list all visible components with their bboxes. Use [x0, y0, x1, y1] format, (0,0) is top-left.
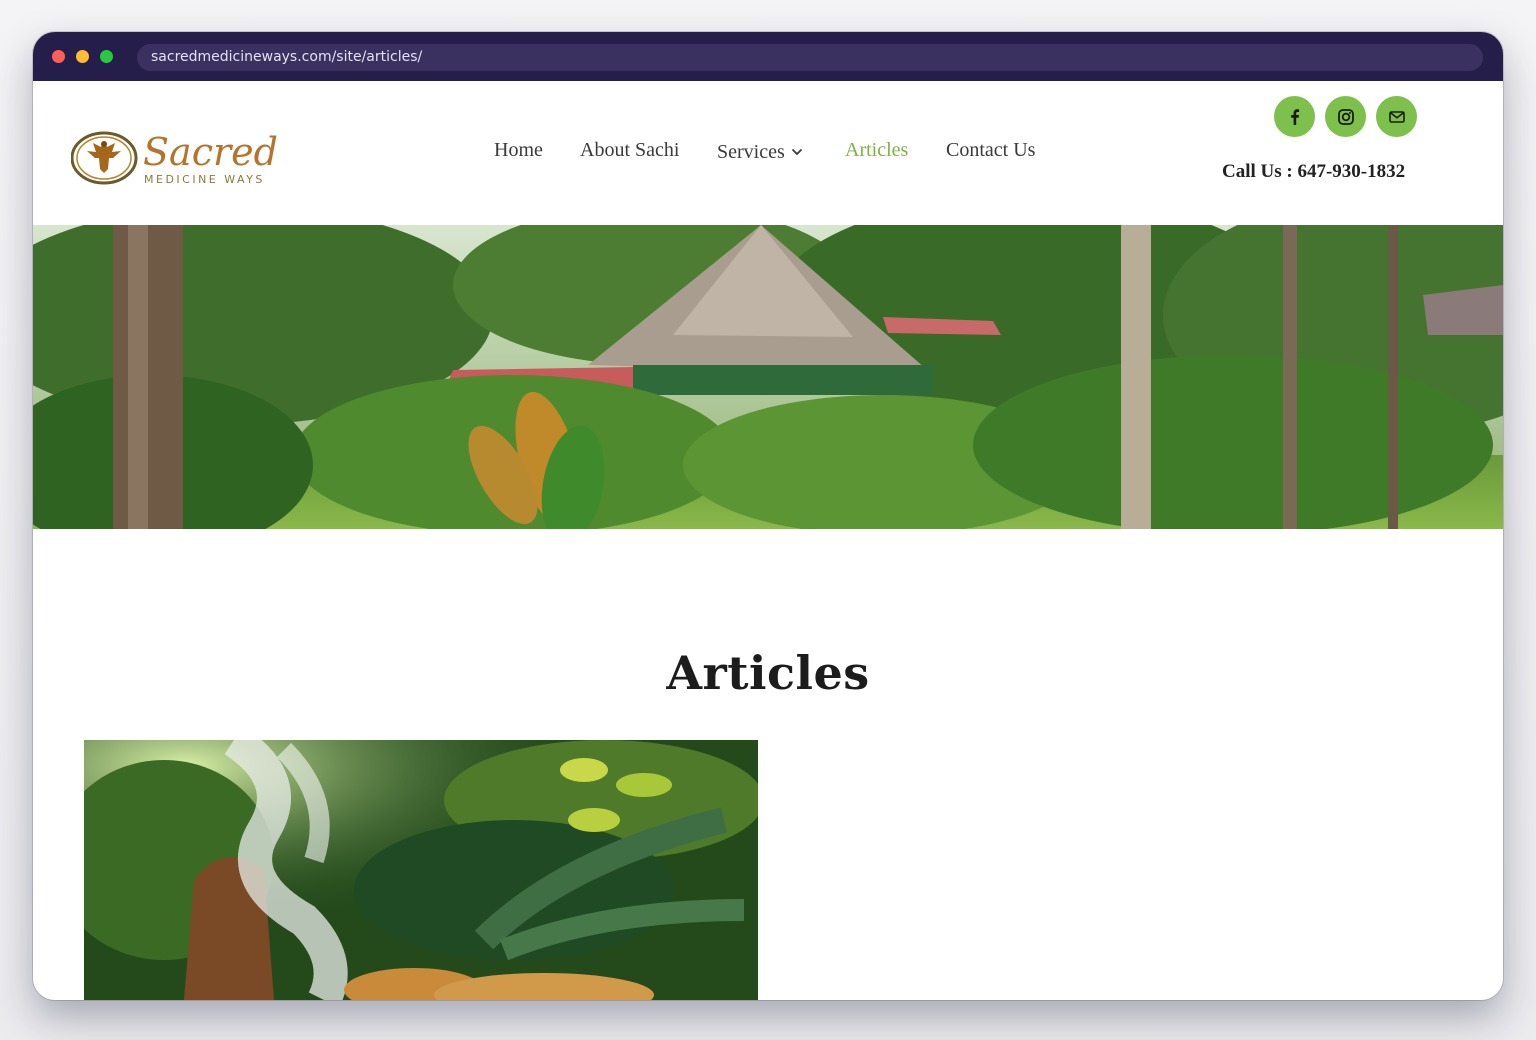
browser-chrome: sacredmedicineways.com/site/articles/	[33, 32, 1503, 81]
call-us-phone[interactable]: Call Us : 647-930-1832	[1222, 161, 1405, 183]
instagram-button[interactable]	[1325, 96, 1366, 137]
mail-icon	[1388, 110, 1405, 123]
site-header: Sacred MEDICINE WAYS Home About Sachi Se…	[33, 81, 1503, 225]
facebook-button[interactable]	[1274, 96, 1315, 137]
nav-item-home[interactable]: Home	[494, 139, 543, 162]
logo-subtitle: MEDICINE WAYS	[144, 173, 265, 186]
article-featured-image[interactable]	[84, 740, 758, 1000]
address-bar[interactable]: sacredmedicineways.com/site/articles/	[137, 44, 1483, 71]
main-content: Articles	[33, 529, 1503, 1000]
nav-item-contact-label: Contact Us	[946, 139, 1036, 161]
maximize-window-button[interactable]	[100, 50, 113, 63]
nav-item-contact-us[interactable]: Contact Us	[946, 139, 1035, 162]
instagram-icon	[1337, 108, 1354, 125]
mail-button[interactable]	[1376, 96, 1417, 137]
hero-banner-image	[33, 225, 1503, 529]
address-bar-url: sacredmedicineways.com/site/articles/	[151, 49, 423, 65]
nav-item-articles[interactable]: Articles	[845, 139, 908, 162]
chevron-down-icon	[791, 139, 803, 162]
logo-wordmark: Sacred	[143, 130, 278, 174]
nav-item-services[interactable]: Services	[717, 139, 803, 164]
nav-item-about-sachi[interactable]: About Sachi	[580, 139, 679, 162]
nav-item-about-label: About Sachi	[580, 139, 680, 161]
nav-item-articles-label: Articles	[845, 139, 909, 161]
facebook-icon	[1290, 108, 1299, 125]
close-window-button[interactable]	[52, 50, 65, 63]
nav-item-services-label: Services	[717, 141, 785, 163]
site-logo[interactable]: Sacred MEDICINE WAYS	[71, 125, 311, 191]
page-title: Articles	[666, 646, 870, 700]
browser-window: sacredmedicineways.com/site/articles/ Sa…	[33, 32, 1503, 1000]
nav-item-home-label: Home	[494, 139, 543, 161]
minimize-window-button[interactable]	[76, 50, 89, 63]
